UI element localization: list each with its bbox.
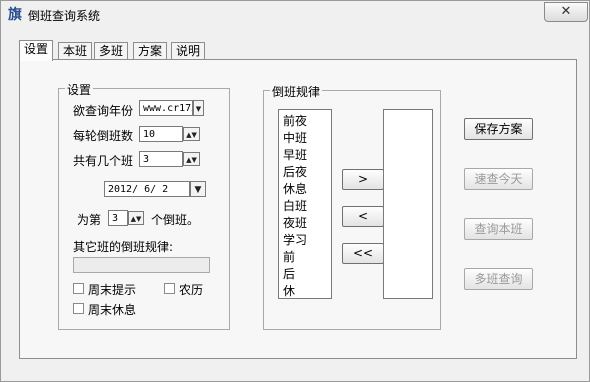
list-item[interactable]: 前夜 [279, 113, 331, 130]
nth-shift-prefix: 为第 [77, 213, 102, 227]
tab-this-shift[interactable]: 本班 [58, 42, 93, 60]
list-item[interactable]: 休 [279, 283, 331, 300]
tab-multi-shift[interactable]: 多班 [94, 42, 129, 60]
shift-rules-group-title: 倒班规律 [270, 83, 323, 100]
tab-settings[interactable]: 设置 [19, 40, 54, 61]
shift-target-list[interactable] [383, 109, 433, 299]
list-item[interactable]: 夜班 [279, 215, 331, 232]
date-dropdown[interactable]: ▼ [190, 181, 206, 197]
other-rules-input[interactable] [73, 257, 210, 273]
cycle-days-label: 每轮倒班数 [73, 129, 134, 143]
window-title: 倒班查询系统 [28, 9, 101, 23]
tab-plan[interactable]: 方案 [133, 42, 168, 60]
remove-shift-button[interactable]: < [342, 206, 384, 227]
list-item[interactable]: 学习 [279, 232, 331, 249]
other-rules-label: 其它班的倒班规律: [73, 240, 174, 254]
nth-shift-spinner[interactable]: ▲▼ [128, 211, 144, 225]
settings-group-title: 设置 [65, 81, 94, 98]
nth-shift-suffix: 个倒班。 [151, 213, 200, 227]
query-year-label: 欲查询年份 [73, 104, 134, 118]
add-shift-button[interactable]: > [342, 169, 384, 190]
weekend-remind-checkbox[interactable] [73, 283, 84, 294]
list-item[interactable]: 中班 [279, 130, 331, 147]
client-area: 设置 本班 多班 方案 说明 设置 欲查询年份 www.cr173 ▼ 每轮倒班… [9, 30, 581, 374]
app-flag-icon: 旗 [8, 7, 22, 23]
shift-count-label: 共有几个班 [73, 154, 134, 168]
list-item[interactable]: 后夜 [279, 164, 331, 181]
list-item[interactable]: 早班 [279, 147, 331, 164]
list-item[interactable]: 休息 [279, 181, 331, 198]
query-year-dropdown[interactable]: ▼ [193, 100, 204, 116]
list-item[interactable]: 后 [279, 266, 331, 283]
weekend-remind-label: 周末提示 [88, 283, 137, 297]
clear-shifts-button[interactable]: << [342, 243, 384, 264]
chevron-down-icon: ▼ [195, 105, 202, 113]
title-bar[interactable]: 旗 倒班查询系统 ✕ [1, 1, 589, 27]
query-year-input[interactable]: www.cr173 [139, 100, 193, 116]
lunar-label: 农历 [179, 283, 204, 297]
main-window: 旗 倒班查询系统 ✕ 设置 本班 多班 方案 说明 设置 欲查询年份 www.c… [0, 0, 590, 382]
query-this-shift-button[interactable]: 查询本班 [464, 218, 533, 240]
nth-shift-input[interactable]: 3 [108, 210, 128, 226]
spinner-arrows-icon: ▲▼ [130, 215, 142, 223]
close-button[interactable]: ✕ [544, 2, 588, 22]
start-date-picker[interactable]: 2012/ 6/ 2 [104, 181, 190, 197]
cycle-days-spinner[interactable]: ▲▼ [183, 127, 200, 141]
cycle-days-input[interactable]: 10 [139, 126, 183, 142]
tab-help[interactable]: 说明 [171, 42, 206, 60]
chevron-down-icon: ▼ [194, 185, 202, 195]
shift-count-spinner[interactable]: ▲▼ [183, 152, 200, 166]
lunar-checkbox[interactable] [164, 283, 175, 294]
spinner-arrows-icon: ▲▼ [186, 156, 197, 164]
close-icon: ✕ [560, 4, 572, 19]
weekend-rest-checkbox[interactable] [73, 303, 84, 314]
weekend-rest-label: 周末休息 [88, 303, 137, 317]
multi-shift-query-button[interactable]: 多班查询 [464, 268, 533, 290]
list-item[interactable]: 前 [279, 249, 331, 266]
settings-panel: 设置 欲查询年份 www.cr173 ▼ 每轮倒班数 10 ▲▼ 共有几个班 3… [19, 59, 577, 359]
spinner-arrows-icon: ▲▼ [186, 131, 197, 139]
list-item[interactable]: 白班 [279, 198, 331, 215]
shift-source-list[interactable]: 前夜 中班 早班 后夜 休息 白班 夜班 学习 前 后 休 [278, 109, 332, 299]
save-plan-button[interactable]: 保存方案 [464, 118, 533, 140]
query-today-button[interactable]: 速查今天 [464, 168, 533, 190]
shift-count-input[interactable]: 3 [139, 151, 183, 167]
